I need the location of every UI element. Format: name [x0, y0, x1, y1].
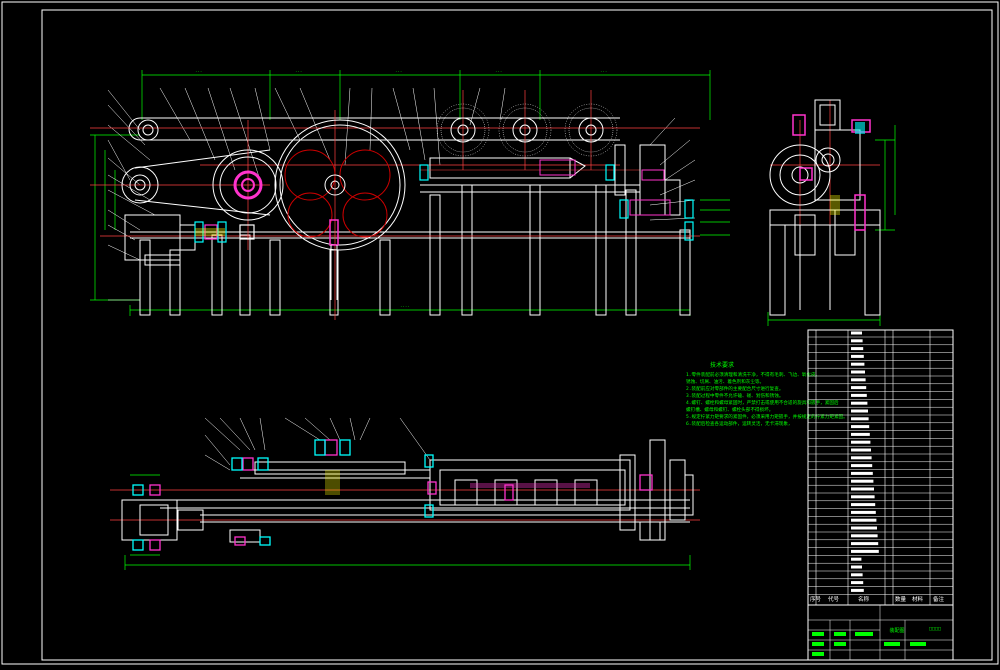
- title-block-header: 序号: [810, 595, 822, 603]
- title-block-header: 备注: [933, 595, 945, 603]
- parts-list-cell-mark: [851, 417, 869, 421]
- tech-req-line: 锈蚀、切屑、油污、着色剂和灰尘等。: [686, 378, 764, 385]
- parts-list-cell-mark: [851, 510, 876, 514]
- top-view: [110, 417, 700, 570]
- title-block-header: 代号: [828, 595, 840, 603]
- parts-list-cell-mark: [851, 479, 874, 483]
- svg-text:···: ···: [600, 69, 607, 74]
- title-block-header: 名称: [858, 595, 870, 603]
- parts-list-cell-mark: [851, 386, 867, 390]
- parts-list-cell-mark: [851, 518, 877, 522]
- cad-drawing-canvas: ··· ··· ··· ··· ··· ···· 技术要求 1.零件装配前必须清…: [0, 0, 1000, 666]
- tech-req-line: 2.装配前应对零部件的主要配合尺寸进行复查。: [686, 385, 783, 392]
- parts-list-cell-mark: [851, 456, 872, 460]
- tech-req-line: 6.装配后检查各运动部件，运转灵活，无卡滞现象，: [686, 420, 793, 427]
- parts-list-cell-mark: [851, 495, 875, 499]
- tech-req-line: 螺钉槽、螺母和螺钉、螺栓头部不得损坏。: [686, 406, 773, 413]
- parts-list-cell-mark: [851, 471, 873, 475]
- parts-list-cell-mark: [851, 557, 862, 561]
- side-view: [767, 99, 896, 326]
- svg-text:···: ···: [295, 69, 302, 74]
- parts-list-cell-mark: [851, 549, 879, 553]
- parts-list-cell-mark: [851, 401, 868, 405]
- sheet-inner-border: [41, 9, 993, 661]
- parts-list-cell-mark: [851, 339, 863, 343]
- parts-list-cell-mark: [851, 432, 870, 436]
- parts-list-cell-mark: [851, 565, 862, 569]
- tech-req-title: 技术要求: [710, 361, 734, 369]
- parts-list-cell-mark: [851, 526, 877, 530]
- assembly-drawing: ··· ··· ··· ··· ··· ···· 技术要求 1.零件装配前必须清…: [1, 1, 999, 665]
- parts-list-cell-mark: [851, 581, 864, 585]
- parts-list-cell-mark: [851, 331, 862, 335]
- title-block-header: 数量: [895, 595, 907, 603]
- parts-list-cell-mark: [851, 378, 866, 382]
- parts-list-cell-mark: [851, 542, 879, 546]
- parts-list-cell-mark: [851, 354, 864, 358]
- svg-text:···: ···: [395, 69, 402, 74]
- tech-req-line: 3.装配过程中零件不允许磕、碰、划伤和锈蚀。: [686, 392, 783, 399]
- svg-text:···: ···: [495, 69, 502, 74]
- svg-text:····: ····: [400, 304, 410, 309]
- roller-brushes: [436, 103, 618, 157]
- parts-list-cell-mark: [851, 347, 864, 351]
- parts-list-cell-mark: [851, 393, 867, 397]
- parts-list-cell-mark: [851, 362, 865, 366]
- parts-list-cell-mark: [851, 588, 864, 592]
- svg-text:···: ···: [195, 69, 202, 74]
- tech-req-line: 5.规定拧紧力矩要求的紧固件，必须采用力矩扳手，并按规定的拧紧力矩紧固。: [686, 413, 848, 420]
- parts-list-cell-mark: [851, 409, 868, 413]
- parts-list-cell-mark: [851, 425, 870, 429]
- title-block-header: 材料: [912, 595, 924, 603]
- technical-requirements: 技术要求 1.零件装配前必须清理和清洗干净，不得有毛刺、飞边、氧化皮、 锈蚀、切…: [686, 361, 848, 427]
- parts-list-cell-mark: [851, 440, 871, 444]
- front-view: ··· ··· ··· ··· ··· ····: [90, 69, 730, 320]
- parts-list-cell-mark: [851, 503, 876, 507]
- tech-req-line: 1.零件装配前必须清理和清洗干净，不得有毛刺、飞边、氧化皮、: [686, 371, 820, 378]
- parts-list-cell-mark: [851, 448, 871, 452]
- title-block-name: 装配图: [889, 627, 904, 634]
- parts-list-table: 装配图 □□□□ 序号 代号 名称 数量 材料 备注: [807, 329, 954, 661]
- parts-list-cell-mark: [851, 573, 863, 577]
- parts-list-cell-mark: [851, 534, 878, 538]
- parts-list-cell-mark: [851, 487, 874, 491]
- parts-list-cell-mark: [851, 464, 873, 468]
- parts-list-cell-mark: [851, 370, 865, 374]
- title-block-code: □□□□: [929, 626, 941, 632]
